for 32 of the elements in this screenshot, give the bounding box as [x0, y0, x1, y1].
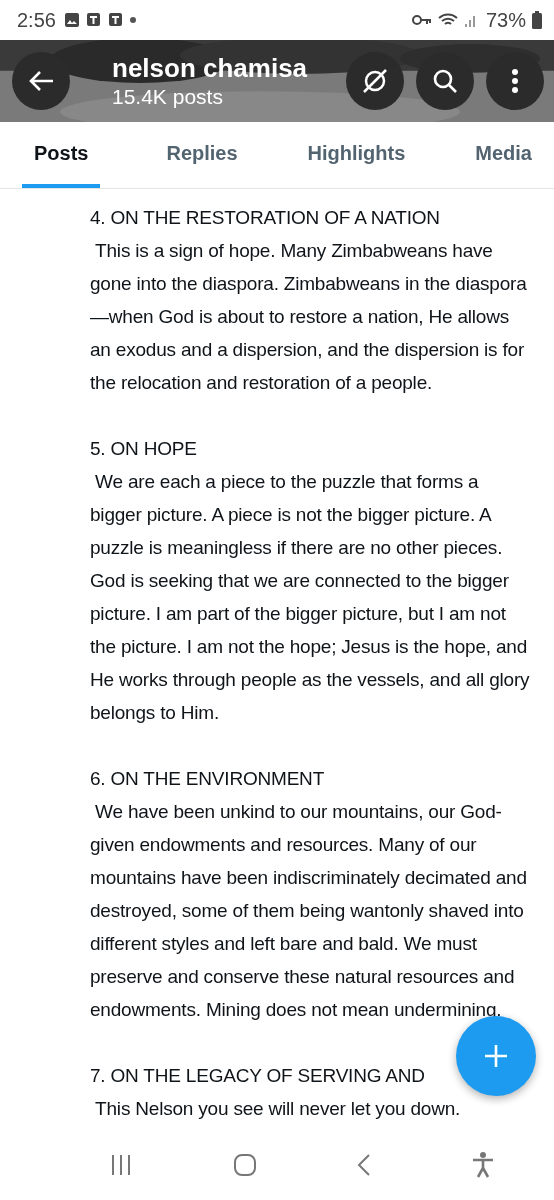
app-icon: [107, 12, 124, 28]
dot-icon: [129, 17, 136, 23]
section-heading: 5. ON HOPE: [90, 437, 198, 461]
back-icon[interactable]: [357, 1154, 372, 1176]
tab[interactable]: Highlights: [303, 122, 410, 188]
section-text: This Nelson you see will never let you down.: [94, 1097, 462, 1121]
section-heading: 4. ON THE RESTORATION OF A NATION: [90, 206, 441, 230]
recent-apps-icon[interactable]: [110, 1154, 133, 1176]
key-icon: [411, 14, 432, 26]
section-heading: 6. ON THE ENVIRONMENT: [90, 767, 326, 791]
section-heading: 7. ON THE LEGACY OF SERVING AND: [90, 1064, 426, 1088]
status-time: 2:56: [17, 8, 56, 32]
profile-name: nelson chamisa: [112, 52, 309, 84]
tab[interactable]: Replies: [162, 122, 242, 188]
battery-icon: [532, 11, 542, 29]
more-icon: [511, 68, 519, 94]
slashed-circle-icon: [361, 67, 389, 95]
home-icon[interactable]: [232, 1153, 257, 1177]
section-text: This is a sign of hope. Many Zimbabweans have gone into the diaspora. Zimbabweans in the diaspora—when God is about to restore a nation, He allows an exodus and a dispersion, and the dispersion is for the relocation and restoration of a people.: [90, 239, 528, 395]
tab[interactable]: Media: [471, 122, 536, 188]
gallery-icon: [63, 12, 80, 28]
app-icon: [85, 12, 102, 28]
section-text: We are each a piece to the puzzle that forms a bigger picture. A piece is not the bigger picture. A puzzle is meaningless if there are no other pieces. God is seeking that we are connected to the bigger picture. I am part of the bigger picture, but I am not the picture. I am not the hope; Jesus is the hope, and He works through people as the vessels, and all glory belongs to Him.: [90, 470, 531, 725]
tab[interactable]: Posts: [22, 122, 101, 188]
plus-icon: [484, 1044, 508, 1068]
compose-button[interactable]: [456, 1016, 536, 1096]
search-icon: [431, 67, 459, 95]
accessibility-icon[interactable]: [471, 1152, 494, 1178]
back-arrow-icon: [28, 70, 54, 92]
section-text: We have been unkind to our mountains, our God-given endowments and resources. Many of our mountains have been indiscriminately decimated and destroyed, some of them being wantonly shaved into different styles and left bare and bald. We must preserve and conserve these natural resources and endowments. Mining does not mean undermining.: [90, 800, 528, 1022]
post-count: 15.4K posts: [112, 84, 224, 110]
battery-percent: 73%: [485, 8, 526, 32]
